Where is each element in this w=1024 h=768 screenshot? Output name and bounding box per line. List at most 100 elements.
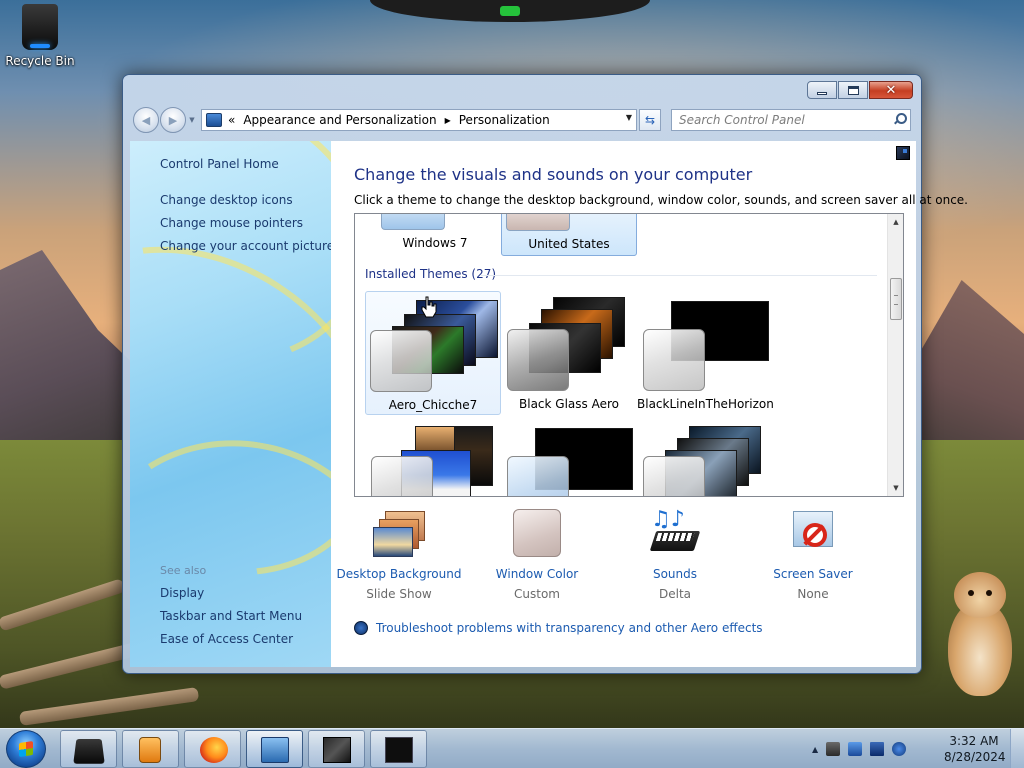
theme-windows-7[interactable]: Windows 7 [367,214,503,258]
forward-button[interactable]: ▶ [160,107,186,133]
start-button[interactable] [6,730,46,768]
installed-themes-header: Installed Themes (27) [365,267,497,281]
theme-tile-partial[interactable] [365,420,501,496]
control-panel-icon [261,737,289,763]
show-hidden-icons-icon[interactable]: ▲ [812,745,818,754]
minimize-button[interactable] [807,81,837,99]
desktop-background-button[interactable]: Desktop Background Slide Show [329,509,469,601]
sounds-button[interactable]: ♫♪ Sounds Delta [605,509,745,601]
troubleshoot-link[interactable]: Troubleshoot problems with transparency … [354,621,763,635]
breadcrumb-appearance[interactable]: Appearance and Personalization [243,113,436,127]
screen-saver-icon [785,509,841,561]
tray-app-icon[interactable] [826,742,841,756]
app-window-icon [73,739,105,764]
sounds-icon: ♫♪ [647,509,703,561]
troubleshoot-icon [354,621,368,635]
network-icon[interactable] [870,742,885,756]
back-button[interactable]: ◀ [133,107,159,133]
taskbar-app-6[interactable] [370,730,427,768]
theme-tile-partial[interactable] [637,420,773,496]
change-desktop-icons-link[interactable]: Change desktop icons [160,193,293,207]
change-account-picture-link[interactable]: Change your account picture [160,239,331,253]
theme-name: Windows 7 [402,236,468,250]
theme-color-swatch [643,456,705,496]
breadcrumb-personalization[interactable]: Personalization [459,113,550,127]
system-tray: ▲ [812,729,907,768]
scroll-up-button[interactable]: ▲ [888,214,903,230]
scroll-up-icon: ▲ [893,218,899,226]
taskbar-media-player[interactable] [122,730,179,768]
address-dropdown-icon[interactable]: ▼ [626,113,632,122]
taskbar-start-menu-link[interactable]: Taskbar and Start Menu [160,609,302,623]
taskbar-firefox[interactable] [184,730,241,768]
hamster-head [954,572,1006,618]
window-color-button[interactable]: Window Color Custom [467,509,607,601]
theme-name: BlackLineInTheHorizon [637,397,774,411]
taskbar: ▲ 3:32 AM 8/28/2024 [0,728,1024,768]
theme-black-glass-aero[interactable]: Black Glass Aero [501,291,637,415]
back-arrow-icon: ◀ [141,113,151,127]
refresh-button[interactable]: ⇆ [639,109,661,131]
clock-time: 3:32 AM [949,734,999,748]
app-window-icon [323,737,351,763]
theme-thumbnail [381,214,445,230]
help-icon[interactable] [896,146,910,160]
theme-united-states[interactable]: United States [501,214,637,256]
theme-list-scrollbar[interactable]: ▲ ▼ [887,214,903,496]
desktop-background-icon [371,509,427,561]
search-input[interactable]: Search Control Panel [671,109,911,131]
search-placeholder: Search Control Panel [679,113,805,127]
theme-name: Aero_Chicche7 [388,398,478,412]
change-mouse-pointers-link[interactable]: Change mouse pointers [160,216,303,230]
close-button[interactable]: ✕ [869,81,913,99]
scroll-down-button[interactable]: ▼ [888,480,903,496]
title-bar[interactable]: ✕ [123,75,921,105]
search-icon[interactable] [893,113,907,125]
clock[interactable]: 3:32 AM 8/28/2024 [944,733,1006,765]
hamster-gadget[interactable] [940,570,1020,700]
address-overflow-chevron[interactable]: « [228,113,235,127]
theme-list[interactable]: Windows 7 United States Installed Themes… [354,213,904,497]
sounds-label[interactable]: Sounds [605,567,745,581]
desktop-background-label[interactable]: Desktop Background [329,567,469,581]
hamster-eye [986,590,992,596]
chevron-down-icon: ▼ [189,116,195,124]
troubleshoot-text[interactable]: Troubleshoot problems with transparency … [376,621,763,635]
theme-color-swatch [507,329,569,391]
screen-saver-value: None [797,587,829,601]
recycle-bin[interactable]: Recycle Bin [4,4,76,68]
window-color-label[interactable]: Window Color [467,567,607,581]
hand-cursor-icon [421,296,437,318]
maximize-button[interactable] [838,81,868,99]
close-icon: ✕ [885,82,897,98]
hamster-eye [968,590,974,596]
clock-date: 8/28/2024 [944,750,1006,764]
theme-blacklineinthehorizon[interactable]: BlackLineInTheHorizon [637,291,774,415]
address-bar[interactable]: « Appearance and Personalization ▶ Perso… [201,109,637,131]
action-center-icon[interactable] [848,742,863,756]
theme-color-swatch [507,456,569,496]
taskbar-app-1[interactable] [60,730,117,768]
maximize-icon [847,85,859,95]
ease-of-access-link[interactable]: Ease of Access Center [160,632,293,646]
screen-saver-label[interactable]: Screen Saver [743,567,883,581]
firefox-icon [200,737,228,763]
scroll-thumb[interactable] [890,278,902,320]
task-pane: Control Panel Home Change desktop icons … [130,141,331,667]
control-panel-icon [206,113,222,127]
taskbar-app-5[interactable] [308,730,365,768]
show-desktop-button[interactable] [1010,729,1024,768]
control-panel-home-link[interactable]: Control Panel Home [160,157,279,171]
display-link[interactable]: Display [160,586,204,600]
theme-color-swatch [370,330,432,392]
theme-tile-partial[interactable] [501,420,637,496]
theme-name: Black Glass Aero [519,397,619,411]
scroll-down-icon: ▼ [893,484,899,492]
screen-saver-button[interactable]: Screen Saver None [743,509,883,601]
window-controls: ✕ [807,81,913,99]
taskbar-control-panel[interactable] [246,730,303,768]
recent-pages-button[interactable]: ▼ [187,107,197,133]
breadcrumb-separator-icon[interactable]: ▶ [445,116,451,125]
gadget-led [500,6,520,16]
volume-icon[interactable] [892,742,907,756]
